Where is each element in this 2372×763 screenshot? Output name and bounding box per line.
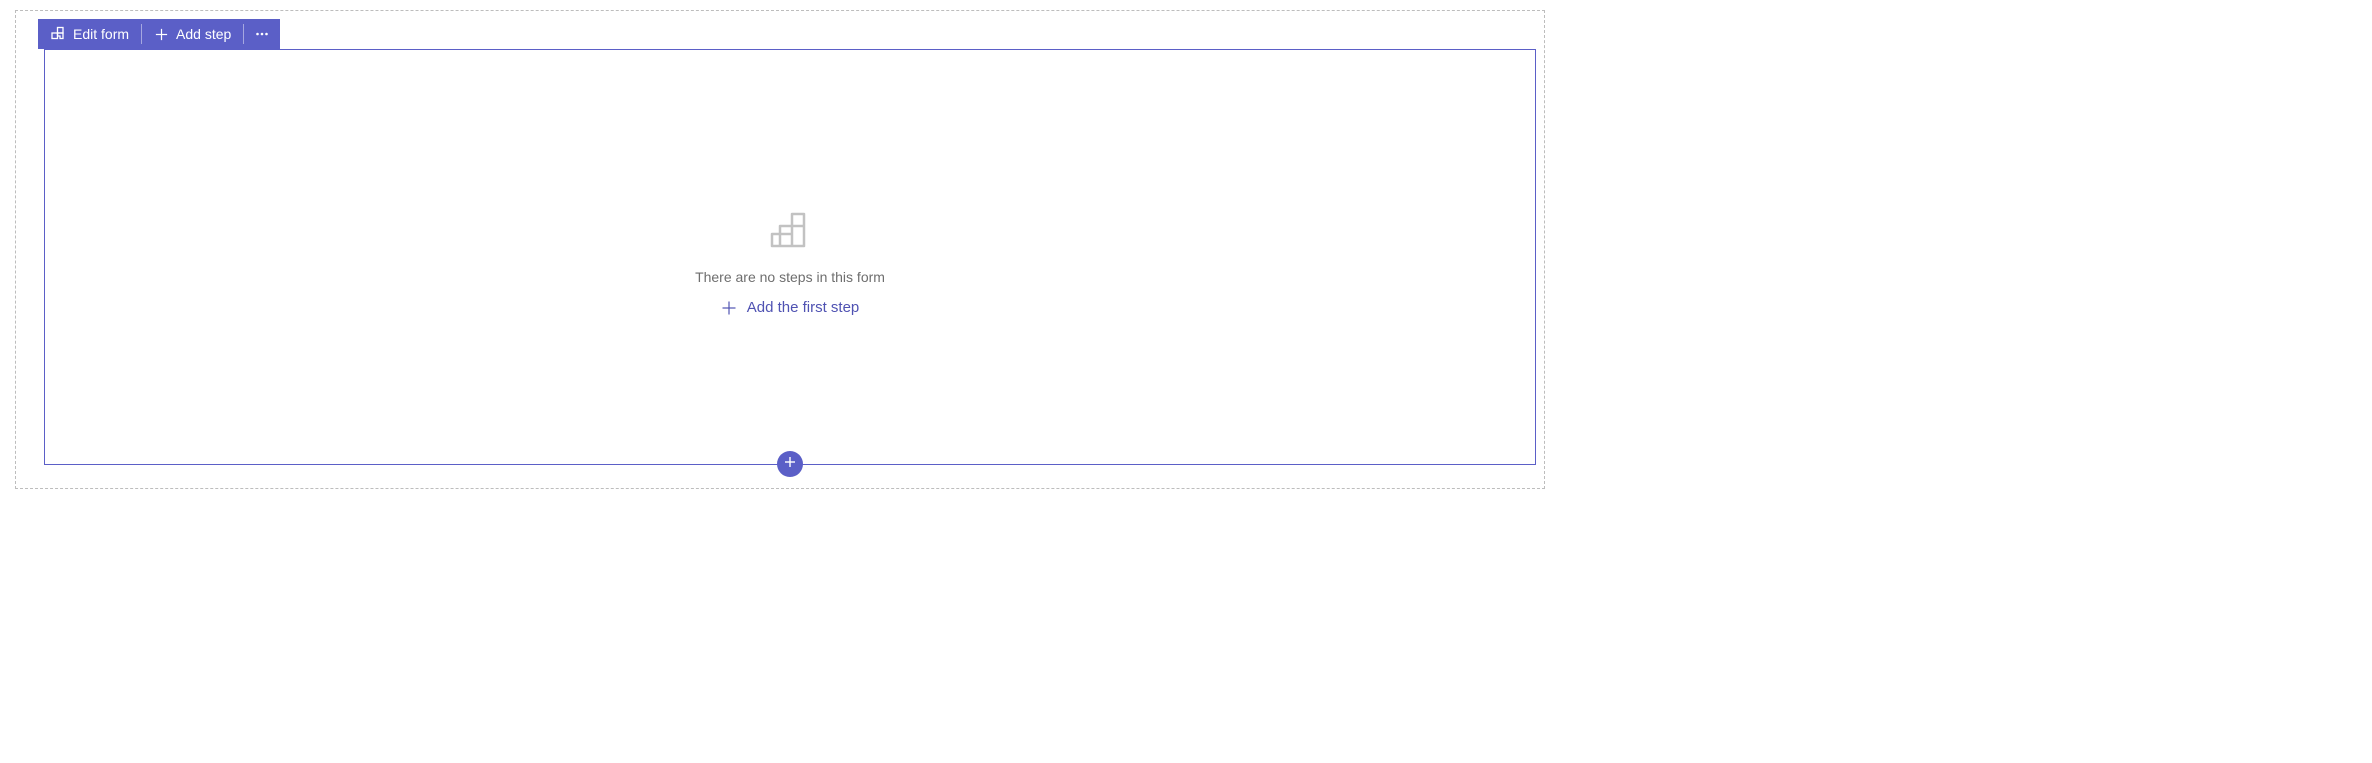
- steps-empty-icon: [768, 208, 812, 257]
- empty-state-message: There are no steps in this form: [695, 269, 885, 285]
- edit-form-button[interactable]: Edit form: [38, 19, 141, 49]
- plus-icon: [721, 300, 737, 316]
- more-options-button[interactable]: [244, 19, 280, 49]
- add-first-step-link[interactable]: Add the first step: [721, 299, 860, 316]
- add-step-button[interactable]: Add step: [142, 19, 243, 49]
- add-step-label: Add step: [176, 26, 231, 42]
- plus-icon: [154, 27, 169, 42]
- form-toolbar: Edit form Add step: [38, 19, 280, 49]
- add-first-step-label: Add the first step: [747, 299, 860, 316]
- empty-state: There are no steps in this form Add the …: [695, 208, 885, 316]
- edit-form-label: Edit form: [73, 26, 129, 42]
- add-section-button[interactable]: [777, 451, 803, 477]
- ellipsis-icon: [254, 26, 270, 42]
- form-canvas: There are no steps in this form Add the …: [44, 49, 1536, 465]
- plus-icon: [783, 455, 797, 474]
- form-icon: [50, 26, 66, 42]
- form-container-outer: Edit form Add step: [15, 10, 1545, 489]
